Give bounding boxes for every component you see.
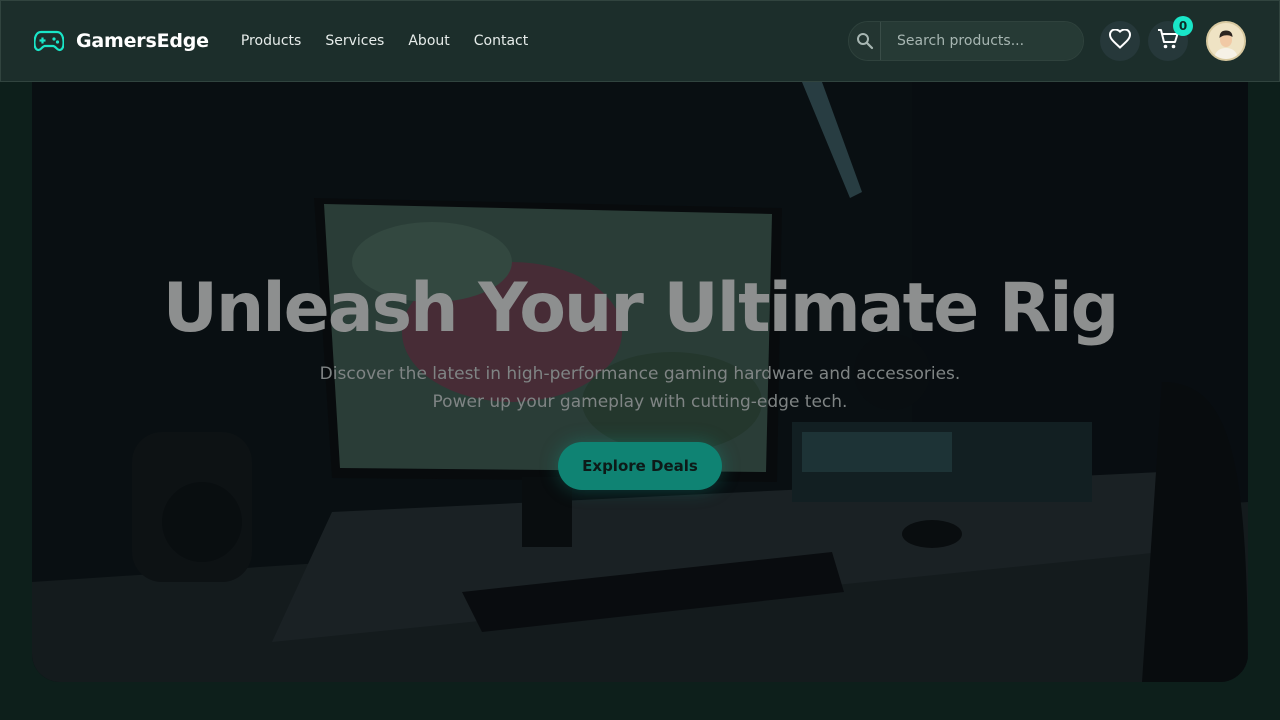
site-header: GamersEdge Products Services About Conta… [0,0,1280,82]
heart-icon [1108,28,1132,53]
wishlist-button[interactable] [1100,21,1140,61]
search-icon[interactable] [849,22,881,60]
hero-content: Unleash Your Ultimate Rig Discover the l… [32,268,1248,490]
user-avatar[interactable] [1206,21,1246,61]
cart-button[interactable]: 0 [1148,16,1193,61]
brand-name: GamersEdge [76,30,209,52]
brand[interactable]: GamersEdge [34,29,209,53]
search-input[interactable] [881,22,1083,60]
explore-deals-button[interactable]: Explore Deals [558,442,722,490]
gamepad-icon [34,29,64,53]
page: GamersEdge Products Services About Conta… [0,0,1280,720]
nav-link-services[interactable]: Services [325,33,384,49]
header-actions: 0 [848,16,1246,61]
user-avatar-image [1208,23,1244,59]
search-box [848,21,1084,61]
main-nav: Products Services About Contact [241,33,528,49]
nav-link-about[interactable]: About [408,33,449,49]
nav-link-contact[interactable]: Contact [474,33,528,49]
hero-subtitle-line-1: Discover the latest in high-performance … [319,364,961,384]
cart-count-badge: 0 [1173,16,1193,36]
hero-banner: Unleash Your Ultimate Rig Discover the l… [32,82,1248,682]
hero-title: Unleash Your Ultimate Rig [162,269,1120,348]
hero-subtitle-line-2: Power up your gameplay with cutting-edge… [432,392,848,412]
nav-link-products[interactable]: Products [241,33,301,49]
hero-subtitle: Discover the latest in high-performance … [32,360,1248,416]
